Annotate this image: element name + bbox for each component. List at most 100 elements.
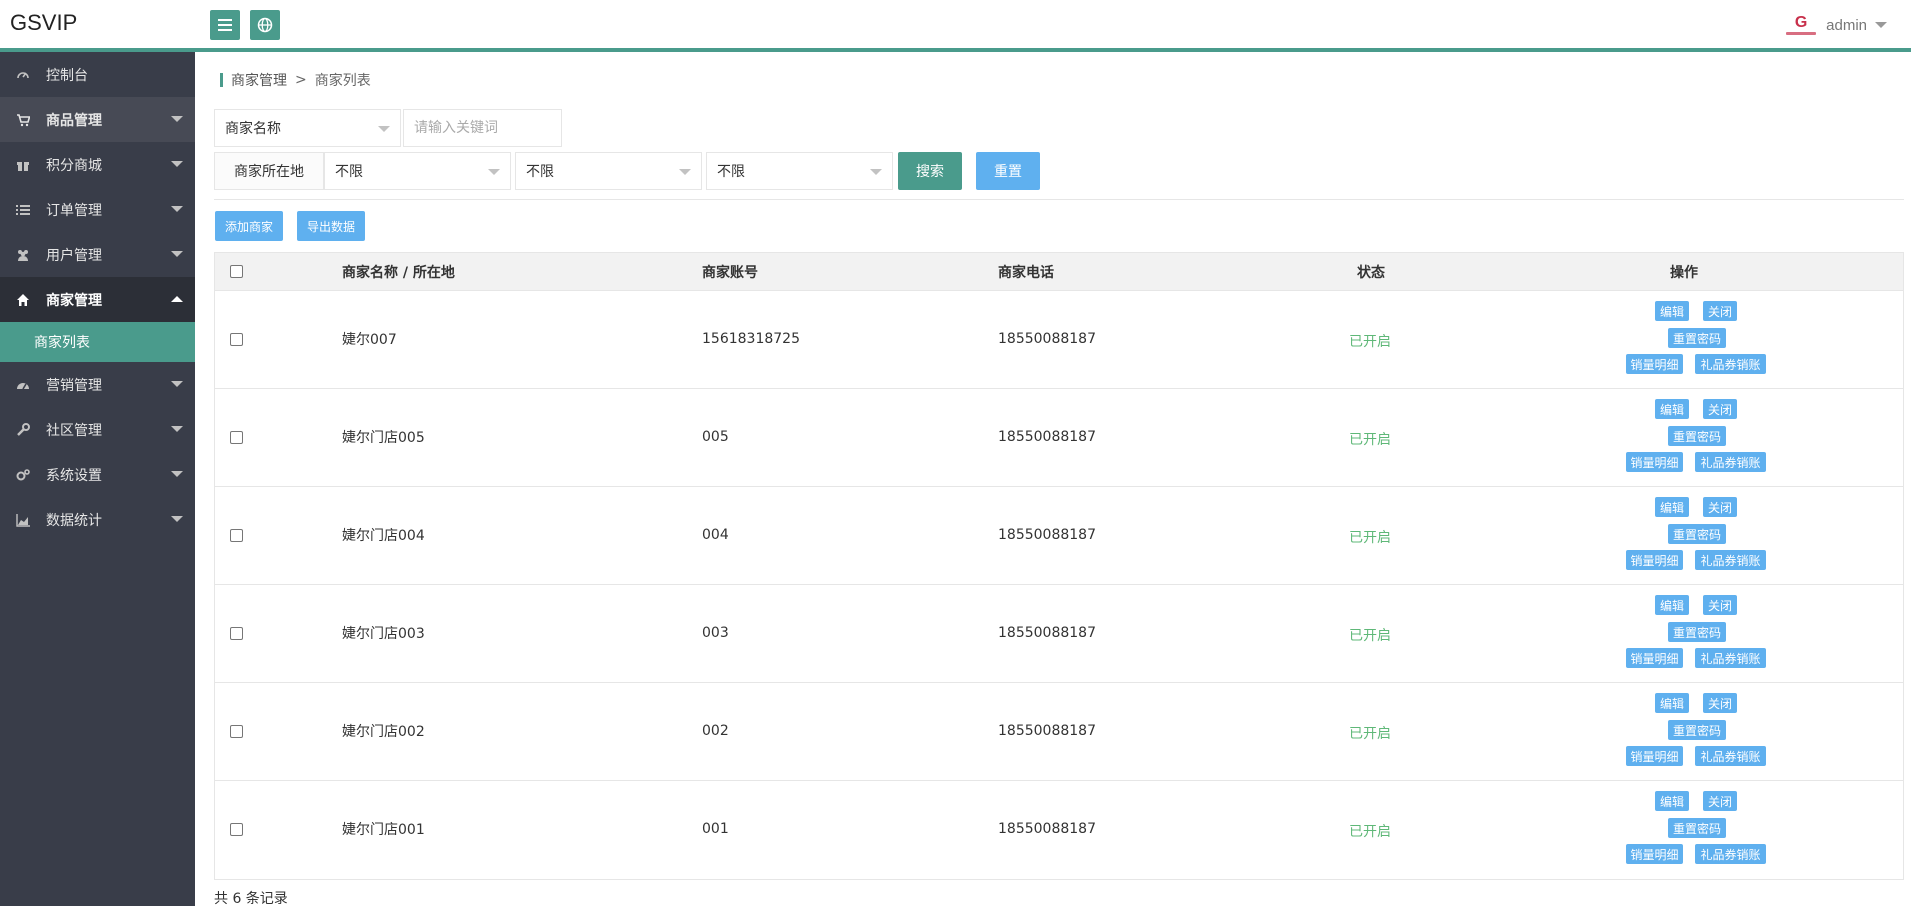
merchant-phone: 18550088187 [998,625,1096,641]
breadcrumb-current: 商家列表 [314,73,371,89]
chevron-down-icon [488,169,500,175]
sidebar-item-marketing[interactable]: 营销管理 [0,362,195,407]
reset-password-button[interactable]: 重置密码 [1668,524,1726,544]
table-row: 婕尔门店001 001 18550088187 已开启 编辑 关闭 重置密码 销… [215,781,1903,879]
sales-detail-button[interactable]: 销量明细 [1626,746,1683,766]
location-label: 商家所在地 [214,152,324,190]
sidebar-item-points-mall[interactable]: 积分商城 [0,142,195,187]
sales-detail-button[interactable]: 销量明细 [1626,648,1683,668]
gift-voucher-button[interactable]: 礼品券销账 [1695,354,1766,374]
merchant-account: 004 [702,527,729,543]
merchant-name: 婕尔门店003 [342,626,425,642]
add-merchant-button[interactable]: 添加商家 [215,211,283,241]
row-checkbox[interactable] [230,529,243,542]
edit-button[interactable]: 编辑 [1655,497,1689,517]
keyword-input[interactable] [403,109,562,147]
row-actions: 编辑 关闭 重置密码 销量明细 礼品券销账 [1625,683,1825,781]
merchant-name: 婕尔门店005 [342,430,425,446]
status-badge: 已开启 [1349,628,1391,644]
close-button[interactable]: 关闭 [1703,399,1737,419]
edit-button[interactable]: 编辑 [1655,301,1689,321]
merchant-account: 005 [702,429,729,445]
edit-button[interactable]: 编辑 [1655,791,1689,811]
sidebar-item-settings[interactable]: 系统设置 [0,452,195,497]
gift-voucher-button[interactable]: 礼品券销账 [1695,550,1766,570]
breadcrumb-parent[interactable]: 商家管理 [231,70,287,90]
avatar: G [1784,14,1818,36]
sidebar-item-products[interactable]: 商品管理 [0,97,195,142]
reset-password-button[interactable]: 重置密码 [1668,720,1726,740]
user-menu[interactable]: G admin [1784,14,1887,36]
sales-detail-button[interactable]: 销量明细 [1626,550,1683,570]
sidebar-item-merchants[interactable]: 商家管理 [0,277,195,322]
app-logo[interactable]: GSVIP [10,10,77,36]
gift-icon [16,158,30,172]
table-header: 商家名称 / 所在地 商家账号 商家电话 状态 操作 [215,253,1903,291]
district-select[interactable]: 不限 [706,152,893,190]
sales-detail-button[interactable]: 销量明细 [1626,844,1683,864]
close-button[interactable]: 关闭 [1703,595,1737,615]
gift-voucher-button[interactable]: 礼品券销账 [1695,746,1766,766]
close-button[interactable]: 关闭 [1703,693,1737,713]
export-data-button[interactable]: 导出数据 [297,211,365,241]
merchant-name: 婕尔门店002 [342,724,425,740]
sidebar-subitem-merchant-list[interactable]: 商家列表 [0,322,195,362]
breadcrumb: 商家管理 > 商家列表 [220,70,371,90]
sidebar-item-community[interactable]: 社区管理 [0,407,195,452]
header-ops: 操作 [1670,264,1698,281]
province-select[interactable]: 不限 [324,152,511,190]
gauge-icon [16,378,30,392]
merchant-name: 婕尔门店004 [342,528,425,544]
menu-toggle-button[interactable] [210,10,240,40]
sidebar-item-users[interactable]: 用户管理 [0,232,195,277]
close-button[interactable]: 关闭 [1703,791,1737,811]
top-header: GSVIP G admin [0,0,1911,52]
sales-detail-button[interactable]: 销量明细 [1626,354,1683,374]
row-checkbox[interactable] [230,333,243,346]
status-badge: 已开启 [1349,726,1391,742]
chevron-down-icon [171,381,183,387]
row-checkbox[interactable] [230,725,243,738]
reset-password-button[interactable]: 重置密码 [1668,426,1726,446]
close-button[interactable]: 关闭 [1703,301,1737,321]
table-row: 婕尔007 15618318725 18550088187 已开启 编辑 关闭 … [215,291,1903,389]
sidebar-item-statistics[interactable]: 数据统计 [0,497,195,542]
sidebar-item-dashboard[interactable]: 控制台 [0,52,195,97]
chevron-down-icon [378,126,390,132]
reset-password-button[interactable]: 重置密码 [1668,818,1726,838]
merchant-phone: 18550088187 [998,821,1096,837]
row-checkbox[interactable] [230,823,243,836]
close-button[interactable]: 关闭 [1703,497,1737,517]
dashboard-icon [16,68,30,82]
home-icon [16,293,30,307]
reset-button[interactable]: 重置 [976,152,1040,190]
status-badge: 已开启 [1349,824,1391,840]
edit-button[interactable]: 编辑 [1655,693,1689,713]
users-icon [16,248,30,262]
username: admin [1826,16,1867,34]
edit-button[interactable]: 编辑 [1655,399,1689,419]
row-checkbox[interactable] [230,431,243,444]
table-row: 婕尔门店005 005 18550088187 已开启 编辑 关闭 重置密码 销… [215,389,1903,487]
sales-detail-button[interactable]: 销量明细 [1626,452,1683,472]
gift-voucher-button[interactable]: 礼品券销账 [1695,452,1766,472]
city-select[interactable]: 不限 [515,152,702,190]
merchant-account: 002 [702,723,729,739]
search-button[interactable]: 搜索 [898,152,962,190]
sidebar-item-orders[interactable]: 订单管理 [0,187,195,232]
merchant-phone: 18550088187 [998,723,1096,739]
globe-button[interactable] [250,10,280,40]
sidebar: 控制台 商品管理 积分商城 订单管理 用户管理 商家管理 商家列表 营销管理 社… [0,52,195,906]
area-chart-icon [16,513,30,527]
gift-voucher-button[interactable]: 礼品券销账 [1695,648,1766,668]
reset-password-button[interactable]: 重置密码 [1668,622,1726,642]
chevron-down-icon [171,161,183,167]
reset-password-button[interactable]: 重置密码 [1668,328,1726,348]
field-select[interactable]: 商家名称 [214,109,401,147]
edit-button[interactable]: 编辑 [1655,595,1689,615]
row-checkbox[interactable] [230,627,243,640]
select-all-checkbox[interactable] [230,265,243,278]
merchant-phone: 18550088187 [998,527,1096,543]
table-row: 婕尔门店002 002 18550088187 已开启 编辑 关闭 重置密码 销… [215,683,1903,781]
gift-voucher-button[interactable]: 礼品券销账 [1695,844,1766,864]
